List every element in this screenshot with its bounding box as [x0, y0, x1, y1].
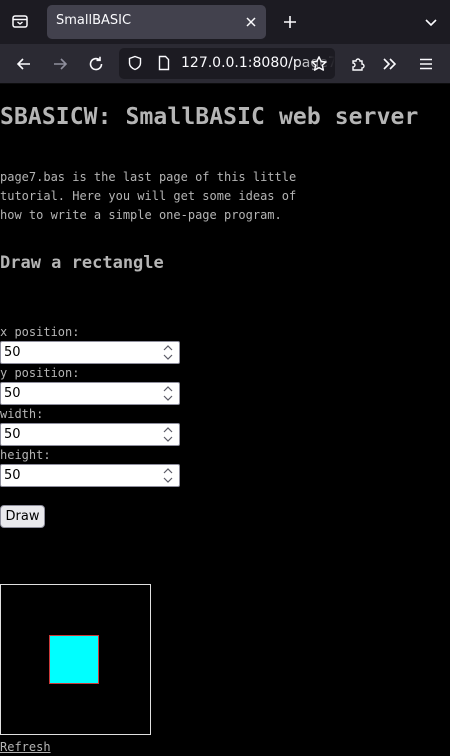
- overflow-icon[interactable]: [378, 52, 402, 76]
- page-content: SBASICW: SmallBASIC web server page7.bas…: [0, 84, 450, 756]
- tab-title: SmallBASIC: [56, 13, 132, 28]
- chevron-down-icon[interactable]: [162, 394, 174, 402]
- plus-icon[interactable]: [279, 11, 301, 33]
- chevron-down-icon[interactable]: [162, 353, 174, 361]
- section-title: Draw a rectangle: [0, 253, 164, 273]
- tab-list-icon[interactable]: [8, 9, 32, 33]
- width-input[interactable]: 50: [0, 423, 180, 446]
- chevron-up-icon[interactable]: [162, 344, 174, 352]
- chevron-up-icon[interactable]: [162, 426, 174, 434]
- tab-bar: SmallBASIC: [0, 0, 450, 44]
- chevron-down-icon[interactable]: [162, 435, 174, 443]
- x-position-value: 50: [4, 345, 21, 360]
- chevron-up-icon[interactable]: [162, 467, 174, 475]
- close-icon[interactable]: [243, 14, 259, 30]
- drawn-rectangle: [49, 635, 99, 684]
- extensions-icon[interactable]: [346, 52, 370, 76]
- number-spinner[interactable]: [161, 426, 175, 443]
- active-tab[interactable]: SmallBASIC: [47, 5, 266, 39]
- number-spinner[interactable]: [161, 385, 175, 402]
- url-bar[interactable]: 127.0.0.1:8080/page7.bas: [119, 48, 335, 79]
- refresh-link[interactable]: Refresh: [0, 740, 51, 754]
- width-label: width:: [0, 407, 44, 421]
- height-label: height:: [0, 448, 51, 462]
- draw-button[interactable]: Draw: [0, 505, 45, 528]
- chevron-down-icon[interactable]: [162, 476, 174, 484]
- height-value: 50: [4, 468, 21, 483]
- navigation-bar: 127.0.0.1:8080/page7.bas: [0, 44, 450, 84]
- drawing-canvas: [0, 584, 151, 735]
- back-arrow-icon[interactable]: [12, 52, 36, 76]
- x-position-label: x position:: [0, 325, 80, 339]
- y-position-value: 50: [4, 386, 21, 401]
- y-position-input[interactable]: 50: [0, 382, 180, 405]
- page-title: SBASICW: SmallBASIC web server: [0, 104, 419, 130]
- intro-text: page7.bas is the last page of this littl…: [0, 170, 297, 222]
- menu-icon[interactable]: [414, 52, 438, 76]
- width-value: 50: [4, 427, 21, 442]
- shield-icon[interactable]: [126, 54, 144, 72]
- x-position-input[interactable]: 50: [0, 341, 180, 364]
- number-spinner[interactable]: [161, 344, 175, 361]
- height-input[interactable]: 50: [0, 464, 180, 487]
- reload-icon[interactable]: [84, 52, 108, 76]
- star-icon[interactable]: [307, 52, 331, 76]
- number-spinner[interactable]: [161, 467, 175, 484]
- forward-arrow-icon[interactable]: [48, 52, 72, 76]
- chevron-up-icon[interactable]: [162, 385, 174, 393]
- page-icon[interactable]: [155, 54, 173, 72]
- y-position-label: y position:: [0, 366, 80, 380]
- chevron-down-icon[interactable]: [420, 11, 442, 33]
